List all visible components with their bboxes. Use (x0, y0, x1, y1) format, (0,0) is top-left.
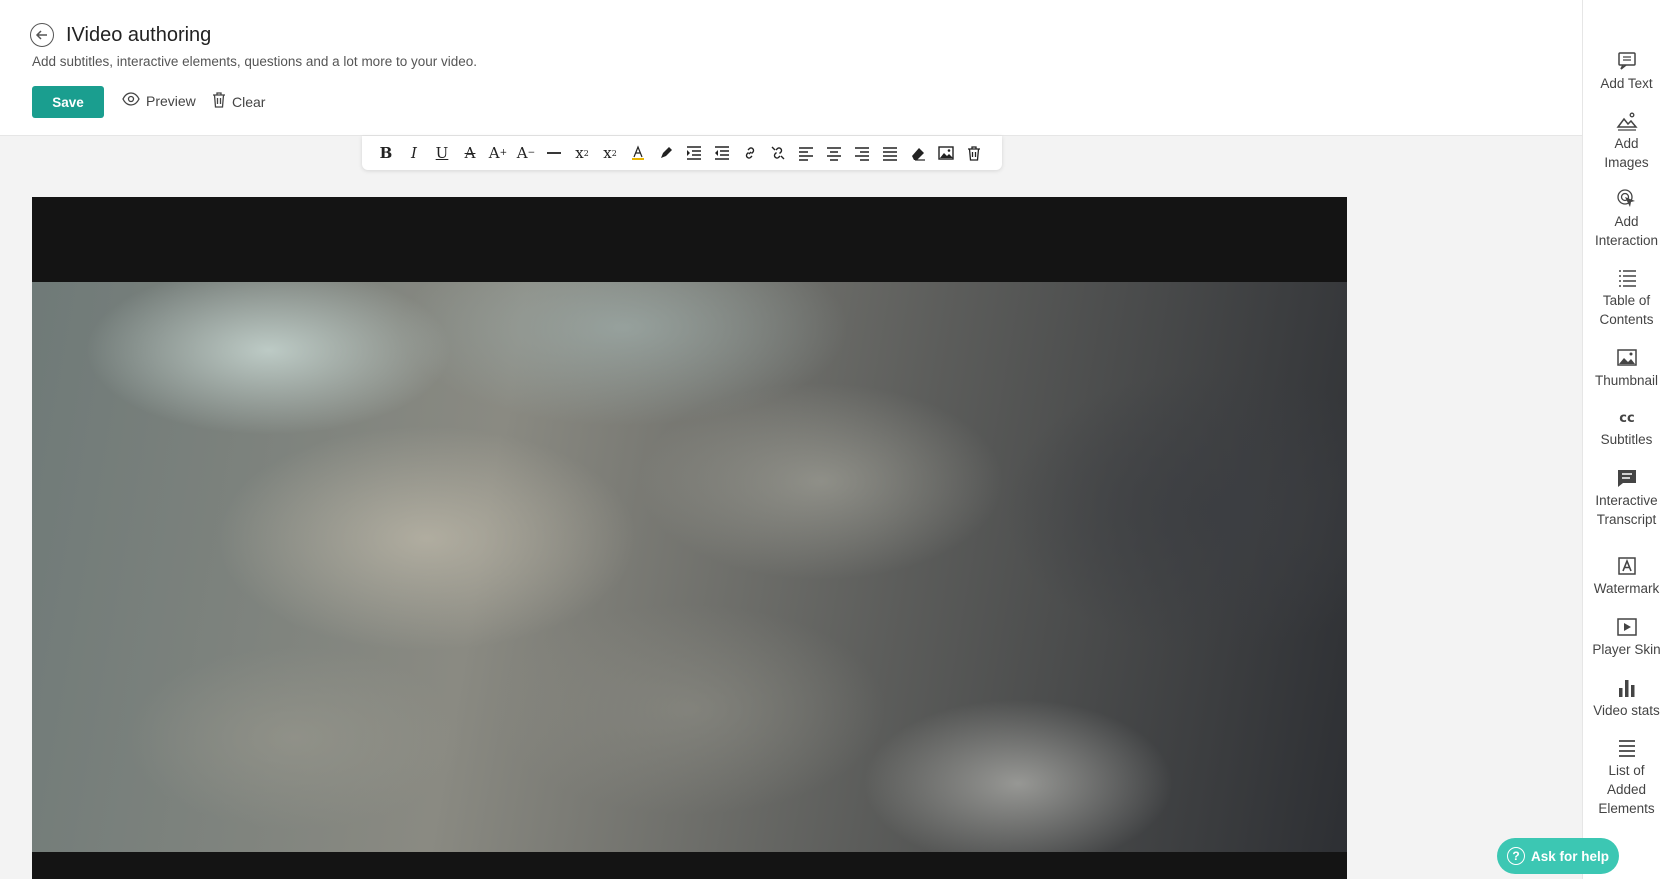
comment-icon (1616, 50, 1638, 72)
align-center-icon[interactable] (820, 139, 848, 167)
format-toolbar: B I U A A + A − x2 x2 (362, 136, 1002, 170)
bar-chart-icon (1616, 677, 1638, 699)
preview-label: Preview (146, 92, 196, 109)
sidebar-item-interactive-transcript[interactable]: Interactive Transcript (1583, 467, 1669, 529)
pointer-click-icon (1616, 188, 1638, 210)
link-icon[interactable] (736, 139, 764, 167)
sidebar-label: List of Added Elements (1598, 763, 1655, 816)
sidebar-item-list-of-added-elements[interactable]: List of Added Elements (1583, 737, 1669, 818)
page-subtitle: Add subtitles, interactive elements, que… (32, 54, 477, 69)
sidebar-item-table-of-contents[interactable]: Table of Contents (1583, 267, 1669, 329)
sidebar-label: Thumbnail (1594, 373, 1659, 388)
indent-icon[interactable] (680, 139, 708, 167)
clear-button[interactable]: Clear (212, 92, 265, 111)
eraser-icon[interactable] (904, 139, 932, 167)
delete-icon[interactable] (960, 139, 988, 167)
play-box-icon (1616, 616, 1638, 638)
chat-icon (1616, 467, 1638, 489)
watermark-icon (1616, 555, 1638, 577)
picture-icon (1616, 347, 1638, 369)
subscript-button[interactable]: x2 (568, 139, 596, 167)
decrease-font-button[interactable]: A − (512, 139, 540, 167)
cc-icon: cc (1616, 406, 1638, 428)
sidebar-item-subtitles[interactable]: cc Subtitles (1583, 406, 1669, 449)
video-player[interactable] (32, 197, 1347, 879)
align-justify-icon[interactable] (876, 139, 904, 167)
trash-icon (212, 92, 226, 111)
lines-icon (1616, 737, 1638, 759)
svg-text:cc: cc (1619, 411, 1634, 426)
underline-button[interactable]: U (428, 139, 456, 167)
sidebar-label: Subtitles (1600, 432, 1653, 447)
superscript-button[interactable]: x2 (596, 139, 624, 167)
sidebar-label: Table of Contents (1599, 293, 1654, 327)
list-icon (1616, 267, 1638, 289)
sidebar-label: Add Images (1604, 136, 1649, 170)
increase-font-button[interactable]: A + (484, 139, 512, 167)
outdent-icon[interactable] (708, 139, 736, 167)
tools-sidebar: Add Text Add Images Add Interaction Tabl… (1582, 0, 1669, 879)
image-mountain-icon (1616, 110, 1638, 132)
help-question-icon: ? (1506, 847, 1525, 865)
ask-for-help-button[interactable]: ? Ask for help (1497, 838, 1619, 874)
sidebar-label: Player Skin (1592, 642, 1661, 657)
sidebar-label: Video stats (1593, 703, 1660, 718)
sidebar-item-watermark[interactable]: Watermark (1583, 555, 1669, 598)
align-left-icon[interactable] (792, 139, 820, 167)
header-bar: IVideo authoring Add subtitles, interact… (0, 0, 1582, 136)
align-right-icon[interactable] (848, 139, 876, 167)
video-frame-clouds (32, 282, 1347, 852)
page-title: IVideo authoring (66, 24, 212, 46)
back-arrow-icon[interactable] (30, 23, 54, 47)
clear-label: Clear (232, 93, 266, 110)
bold-button[interactable]: B (372, 139, 400, 167)
eye-icon (122, 92, 140, 109)
sidebar-item-thumbnail[interactable]: Thumbnail (1583, 347, 1669, 390)
sidebar-item-add-text[interactable]: Add Text (1583, 50, 1669, 93)
sidebar-label: Add Text (1600, 76, 1653, 91)
sidebar-label: Interactive Transcript (1595, 493, 1658, 527)
unlink-icon[interactable] (764, 139, 792, 167)
font-color-icon[interactable] (624, 139, 652, 167)
preview-button[interactable]: Preview (122, 92, 196, 109)
help-label: Ask for help (1530, 848, 1609, 864)
highlight-pen-icon[interactable] (652, 139, 680, 167)
sidebar-item-add-images[interactable]: Add Images (1583, 110, 1669, 172)
save-button[interactable]: Save (32, 86, 104, 118)
sidebar-label: Watermark (1593, 581, 1660, 596)
horizontal-rule-button[interactable] (540, 139, 568, 167)
sidebar-item-add-interaction[interactable]: Add Interaction (1583, 188, 1669, 250)
sidebar-label: Add Interaction (1594, 214, 1659, 248)
italic-button[interactable]: I (400, 139, 428, 167)
insert-image-icon[interactable] (932, 139, 960, 167)
strikethrough-button[interactable]: A (456, 139, 484, 167)
sidebar-item-player-skin[interactable]: Player Skin (1583, 616, 1669, 659)
sidebar-item-video-stats[interactable]: Video stats (1583, 677, 1669, 720)
